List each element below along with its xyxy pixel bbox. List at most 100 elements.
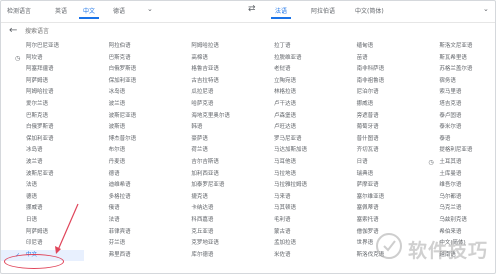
language-option[interactable]: 马耳他语 — [249, 157, 332, 169]
language-option[interactable]: 德语 — [1, 192, 84, 204]
language-option[interactable]: 弗里西语 — [84, 250, 167, 262]
language-option[interactable]: 克罗地亚语 — [166, 238, 249, 250]
language-option[interactable]: 塔吉克语 — [414, 99, 497, 111]
language-option[interactable]: 阿塞拜疆语 — [1, 64, 84, 76]
language-option[interactable]: 苏格兰盖尔语 — [414, 64, 497, 76]
language-option[interactable]: 巴斯克语 — [1, 111, 84, 123]
tab-detect-language[interactable]: 检测语言 — [3, 4, 35, 17]
tab-target-1[interactable]: 法语 — [271, 4, 292, 19]
language-option[interactable]: 波斯语 — [84, 122, 167, 134]
language-option[interactable]: 林格拉语 — [249, 87, 332, 99]
language-option[interactable]: 波斯尼亚语 — [1, 169, 84, 181]
language-option[interactable]: 塞索托语 — [332, 215, 415, 227]
tab-target-3[interactable]: 中文(简体) — [351, 4, 388, 17]
language-option[interactable]: 白俄罗斯语 — [1, 122, 84, 134]
language-option[interactable]: 土库曼语 — [414, 169, 497, 181]
swap-icon[interactable]: ⇄ — [248, 4, 256, 14]
language-option[interactable]: 阿坎语 ◷ — [1, 53, 84, 65]
language-option[interactable]: 法语 — [84, 215, 167, 227]
language-option[interactable]: 齐切瓦语 — [332, 145, 415, 157]
language-option[interactable]: 阿萨姆语 — [1, 76, 84, 88]
language-option[interactable]: 卢森堡语 — [249, 111, 332, 123]
language-option[interactable]: 冰岛语 — [84, 87, 167, 99]
language-option[interactable]: 库尔德语 — [166, 250, 249, 262]
language-option[interactable]: 蒙古语 — [249, 227, 332, 239]
language-option[interactable]: 马来语 — [249, 192, 332, 204]
language-option[interactable]: 南非祖鲁语 — [332, 76, 415, 88]
language-option[interactable]: 卢干达语 — [249, 99, 332, 111]
language-option[interactable]: 提格利尼亚语 — [414, 145, 497, 157]
tab-target-2[interactable]: 阿拉伯语 — [307, 4, 339, 17]
language-option[interactable]: 阿尔巴尼亚语 — [1, 41, 84, 53]
language-option[interactable]: 冰岛语 — [1, 145, 84, 157]
language-option[interactable]: 白俄罗斯语 — [84, 64, 167, 76]
language-option[interactable]: 泰卢固语 — [414, 111, 497, 123]
search-input[interactable] — [25, 26, 225, 37]
language-option[interactable]: 哈萨克语 — [166, 99, 249, 111]
language-option[interactable]: 俄语 — [84, 203, 167, 215]
tab-source-2[interactable]: 中文 — [79, 4, 100, 19]
language-option[interactable]: 阿拉伯语 — [84, 41, 167, 53]
language-option[interactable]: 缅甸语 — [332, 41, 415, 53]
tab-source-1[interactable]: 英语 — [51, 4, 71, 17]
language-option[interactable]: 拉脱维亚语 — [249, 53, 332, 65]
language-option[interactable]: 德语 — [84, 169, 167, 181]
language-option[interactable]: 斯瓦希里语 — [414, 53, 497, 65]
language-option[interactable]: 宿务语 — [414, 76, 497, 88]
language-option[interactable]: 乌尔都语 — [414, 192, 497, 204]
language-option[interactable]: 迪维希语 — [84, 180, 167, 192]
language-option[interactable]: 马拉地语 — [249, 169, 332, 181]
language-option[interactable]: 米佐语 — [249, 250, 332, 262]
language-option[interactable]: 维吾尔语 — [414, 180, 497, 192]
language-option[interactable]: 古吉拉特语 — [166, 76, 249, 88]
back-arrow-icon[interactable]: ← — [9, 25, 17, 36]
language-option[interactable]: 萨摩亚语 — [332, 180, 415, 192]
language-option[interactable]: 科西嘉语 — [166, 215, 249, 227]
language-option[interactable]: 尼泊尔语 — [332, 87, 415, 99]
language-option[interactable]: 马达加斯加语 — [249, 145, 332, 157]
language-option[interactable]: 苗语 — [332, 53, 415, 65]
language-option[interactable]: 保加利亚语 — [84, 76, 167, 88]
chevron-down-icon[interactable]: ⌄ — [147, 5, 153, 13]
language-option[interactable]: 普什图语 — [332, 134, 415, 146]
language-option[interactable]: 日语 — [332, 157, 415, 169]
language-option[interactable]: 芬兰语 — [84, 238, 167, 250]
language-option[interactable]: 巴斯克语 — [84, 53, 167, 65]
language-option[interactable]: 南非科萨语 — [332, 64, 415, 76]
language-option[interactable]: 马其顿语 — [249, 203, 332, 215]
language-option[interactable]: 布尔语 — [84, 145, 167, 157]
language-option[interactable]: 荷兰语 — [166, 145, 249, 157]
language-option[interactable]: 高棉语 — [166, 53, 249, 65]
language-option[interactable]: 索马里语 — [414, 87, 497, 99]
language-option[interactable]: 挪威语 — [332, 99, 415, 111]
language-option[interactable]: 波兰语 — [84, 99, 167, 111]
language-option[interactable]: 旁遮普语 — [332, 111, 415, 123]
language-option[interactable]: 乌克兰语 — [414, 203, 497, 215]
language-option[interactable]: 加利西亚语 — [166, 169, 249, 181]
language-option[interactable]: 塞佩蒂语 — [332, 203, 415, 215]
language-option[interactable]: 克丘亚语 — [166, 227, 249, 239]
language-option[interactable]: 瑞典语 — [332, 169, 415, 181]
language-option[interactable]: 罗马尼亚语 — [249, 134, 332, 146]
language-option[interactable]: 挪威语 — [1, 203, 84, 215]
language-option[interactable]: 吉尔吉斯语 — [166, 157, 249, 169]
language-option[interactable]: 塞尔维亚语 — [332, 192, 415, 204]
language-option[interactable]: 印尼语 — [1, 238, 84, 250]
language-option[interactable]: 泰语 — [414, 134, 497, 146]
language-option[interactable]: 立陶宛语 — [249, 76, 332, 88]
chevron-down-icon[interactable]: ⌄ — [483, 5, 489, 13]
language-option[interactable]: 毛利语 — [249, 215, 332, 227]
language-option[interactable]: 格鲁吉亚语 — [166, 64, 249, 76]
language-option[interactable]: 拉丁语 — [249, 41, 332, 53]
language-option[interactable]: 瓜拉尼语 — [166, 87, 249, 99]
language-option[interactable]: 阿萨姆语 — [1, 227, 84, 239]
language-option[interactable]: 卢旺达语 — [249, 122, 332, 134]
language-option[interactable]: 爱尔兰语 — [1, 99, 84, 111]
language-option[interactable]: 葡萄牙语 — [332, 122, 415, 134]
language-option[interactable]: 加泰罗尼亚语 — [166, 180, 249, 192]
language-option[interactable]: 菲律宾语 — [84, 227, 167, 239]
language-option[interactable]: 多格拉语 — [84, 192, 167, 204]
language-option[interactable]: 捷克语 — [166, 192, 249, 204]
language-option[interactable]: 老挝语 — [249, 64, 332, 76]
language-option[interactable]: 斯洛文尼亚语 — [414, 41, 497, 53]
